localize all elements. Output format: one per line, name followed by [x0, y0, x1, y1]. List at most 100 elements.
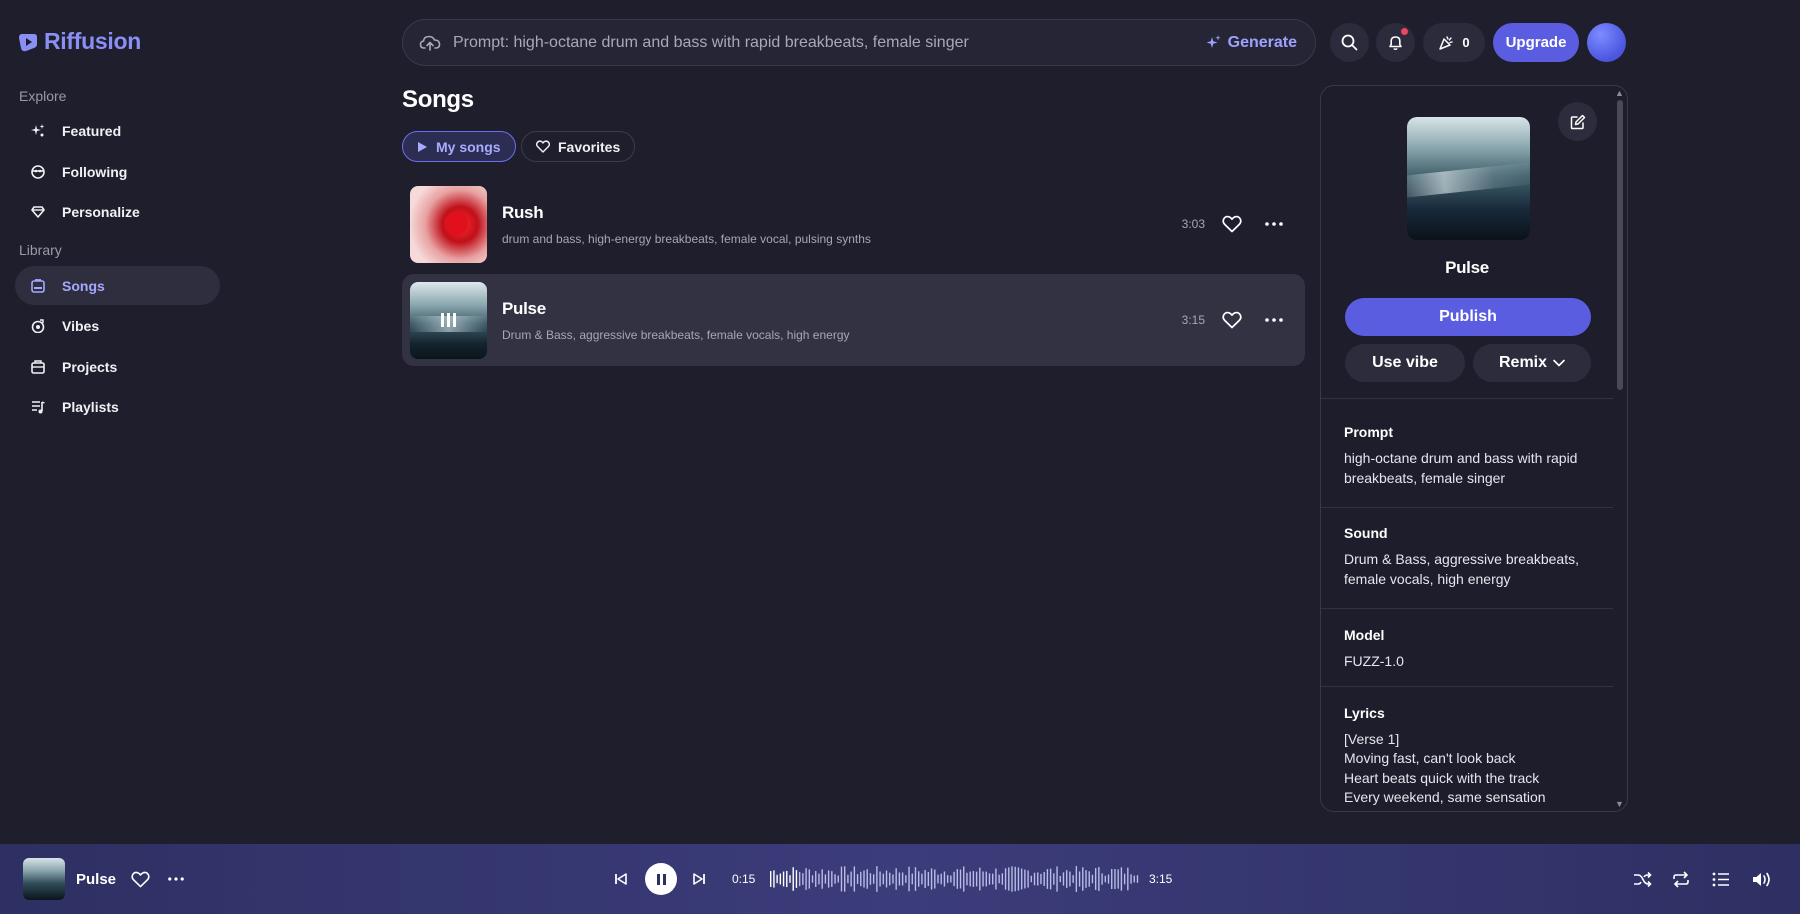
credits-count: 0: [1462, 35, 1470, 50]
waveform-bar: [1072, 875, 1074, 883]
scroll-up-arrow-icon[interactable]: ▲: [1615, 88, 1624, 98]
waveform-bar: [985, 871, 987, 887]
volume-button[interactable]: [1751, 868, 1773, 890]
edit-button[interactable]: [1558, 102, 1597, 141]
waveform-bar: [969, 871, 971, 887]
lyrics-label: Lyrics: [1344, 705, 1385, 721]
search-button[interactable]: [1330, 23, 1369, 62]
waveform-bar: [840, 866, 843, 892]
waveform-bar: [860, 871, 862, 887]
waveform-bar: [821, 869, 823, 889]
waveform-bar: [798, 871, 801, 887]
waveform-bar: [792, 867, 794, 891]
waveform-bar: [786, 870, 788, 888]
waveform-bar: [934, 869, 936, 889]
waveform-bar: [834, 874, 836, 884]
shuffle-button[interactable]: [1631, 868, 1653, 890]
tab-favorites[interactable]: Favorites: [521, 131, 636, 162]
waveform-bar: [1130, 874, 1132, 884]
waveform-bar: [992, 873, 994, 885]
credits-button[interactable]: 0: [1423, 23, 1485, 62]
waveform-bar: [1014, 866, 1016, 892]
use-vibe-label: Use vibe: [1372, 354, 1438, 371]
song-title: Rush: [502, 202, 544, 222]
more-options-button[interactable]: [1263, 309, 1285, 331]
player-cover[interactable]: [23, 858, 65, 900]
lyrics-line: [Verse 1]: [1344, 731, 1400, 747]
sidebar-item-playlists[interactable]: Playlists: [15, 387, 220, 426]
logo[interactable]: Riffusion: [18, 28, 141, 55]
waveform-bar: [940, 873, 942, 885]
like-button[interactable]: [1221, 213, 1243, 235]
like-button[interactable]: [1221, 309, 1243, 331]
song-cover: [410, 185, 487, 263]
player-song-title[interactable]: Pulse: [76, 871, 116, 888]
pause-icon[interactable]: [410, 282, 487, 359]
song-row-pulse[interactable]: Pulse Drum & Bass, aggressive breakbeats…: [402, 274, 1305, 366]
panel-scrollbar[interactable]: [1617, 100, 1623, 800]
scroll-down-arrow-icon[interactable]: ▼: [1615, 799, 1624, 809]
waveform-bar: [869, 873, 872, 885]
waveform-bar: [1004, 868, 1007, 890]
waveform-bar: [1043, 872, 1045, 886]
notifications-button[interactable]: [1376, 23, 1415, 62]
prompt-input[interactable]: [453, 33, 1206, 52]
repeat-button[interactable]: [1670, 868, 1692, 890]
sidebar-item-featured[interactable]: Featured: [15, 111, 220, 150]
waveform-bar: [1098, 867, 1100, 891]
upload-cloud-icon[interactable]: [419, 32, 441, 54]
waveform-bar: [956, 869, 959, 889]
sidebar-item-songs[interactable]: Songs: [15, 266, 220, 305]
sidebar-item-personalize[interactable]: Personalize: [15, 192, 220, 231]
more-options-button[interactable]: [1263, 213, 1285, 235]
waveform-bar: [943, 871, 946, 887]
waveform-bar: [950, 875, 952, 883]
remix-button[interactable]: Remix: [1473, 344, 1591, 382]
player-more-button[interactable]: [165, 868, 187, 890]
waveform-bar: [856, 874, 859, 884]
next-button[interactable]: [688, 868, 710, 890]
queue-button[interactable]: [1710, 868, 1732, 890]
chevron-down-icon: [1553, 359, 1565, 367]
sidebar-item-label: Projects: [62, 358, 118, 375]
waveform-bar: [953, 871, 955, 887]
waveform-bar: [1069, 871, 1071, 887]
shuffle-icon: [1633, 871, 1652, 887]
waveform-bar: [815, 871, 817, 887]
play-pause-button[interactable]: [645, 863, 677, 895]
waveform-bar: [1088, 871, 1090, 887]
waveform-bar: [921, 873, 923, 885]
avatar[interactable]: [1587, 23, 1626, 62]
waveform-scrubber[interactable]: [770, 864, 1140, 894]
lyrics-line: Heart beats quick with the track: [1344, 770, 1540, 786]
divider: [1321, 686, 1613, 687]
publish-button[interactable]: Publish: [1345, 298, 1591, 336]
song-cover: [410, 281, 487, 359]
waveform-bar: [866, 869, 868, 889]
waveform-bar: [911, 873, 913, 885]
prompt-label: Prompt: [1344, 424, 1393, 440]
divider: [1321, 398, 1613, 399]
lyrics-line: Every weekend, same sensation: [1344, 789, 1546, 805]
songs-icon: [30, 278, 46, 294]
sidebar-item-following[interactable]: Following: [15, 152, 220, 191]
sidebar-item-vibes[interactable]: Vibes: [15, 306, 220, 345]
waveform-bar: [963, 866, 965, 892]
generate-button[interactable]: Generate: [1206, 34, 1297, 52]
search-icon: [1341, 34, 1358, 51]
playlists-icon: [30, 399, 46, 415]
waveform-bar: [1104, 875, 1107, 883]
waveform-bar: [901, 872, 904, 886]
previous-button[interactable]: [610, 868, 632, 890]
song-row-rush[interactable]: Rush drum and bass, high-energy breakbea…: [402, 178, 1305, 270]
use-vibe-button[interactable]: Use vibe: [1345, 344, 1465, 382]
scrollbar-thumb[interactable]: [1617, 100, 1623, 390]
play-icon: [418, 141, 427, 152]
panel-song-title: Pulse: [1445, 258, 1489, 277]
prompt-bar: Generate: [402, 19, 1316, 66]
sidebar-item-projects[interactable]: Projects: [15, 347, 220, 386]
tab-my-songs[interactable]: My songs: [402, 131, 516, 162]
player-like-button[interactable]: [129, 868, 151, 890]
waveform-bar: [1033, 872, 1036, 886]
upgrade-button[interactable]: Upgrade: [1493, 23, 1579, 62]
